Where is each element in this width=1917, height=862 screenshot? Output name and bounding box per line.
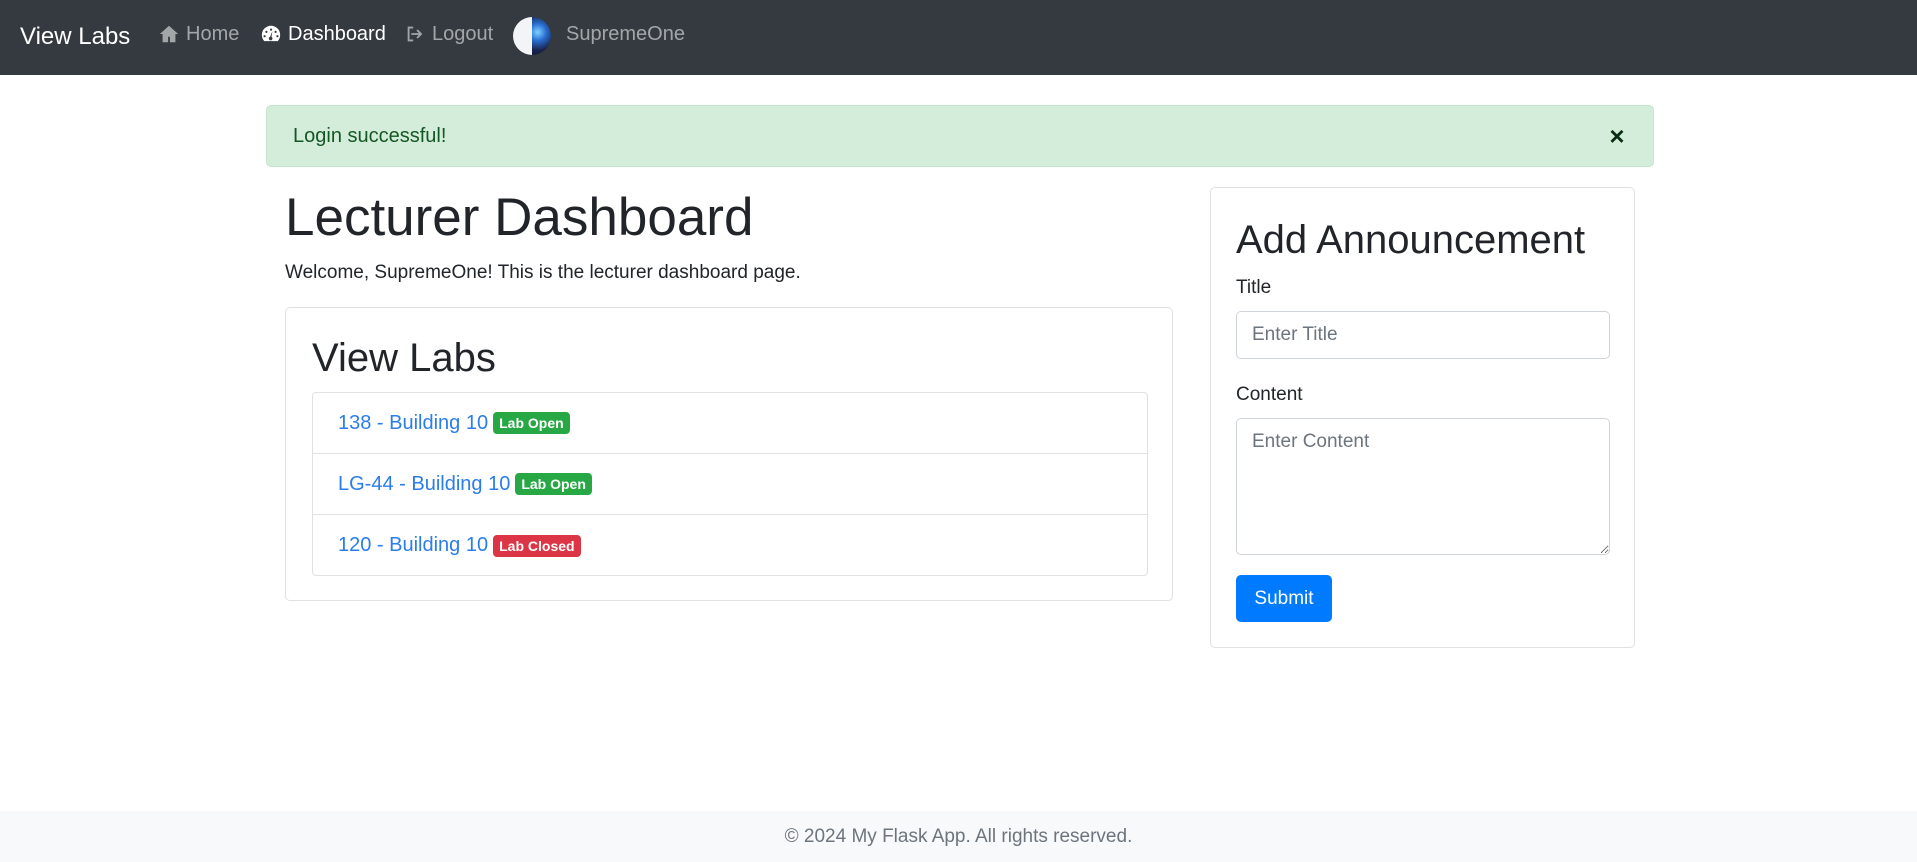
nav-logout-link[interactable]: Logout: [404, 20, 493, 48]
logout-icon: [407, 26, 423, 42]
lab-link[interactable]: 138 - Building 10: [338, 412, 488, 435]
content-label: Content: [1236, 384, 1303, 405]
view-labs-card: View Labs 138 - Building 10 Lab Open LG-…: [285, 307, 1173, 601]
footer: © 2024 My Flask App. All rights reserved…: [0, 811, 1917, 862]
nav-home-link[interactable]: Home: [158, 20, 239, 48]
list-item: 120 - Building 10 Lab Closed: [313, 515, 1147, 575]
navbar: View Labs Home Dashboard Logout SupremeO…: [0, 0, 1917, 75]
content-textarea[interactable]: [1236, 418, 1610, 555]
dashboard-icon: [261, 25, 281, 42]
footer-text: © 2024 My Flask App. All rights reserved…: [784, 825, 1133, 847]
nav-logout-label: Logout: [432, 22, 494, 45]
title-label: Title: [1236, 277, 1272, 298]
announcement-title: Add Announcement: [1236, 218, 1586, 262]
title-input[interactable]: [1236, 311, 1610, 359]
lab-link[interactable]: 120 - Building 10: [338, 534, 488, 557]
status-badge: Lab Open: [515, 473, 592, 495]
welcome-text: Welcome, SupremeOne! This is the lecture…: [285, 262, 801, 283]
lab-link[interactable]: LG-44 - Building 10: [338, 473, 510, 496]
page-title: Lecturer Dashboard: [285, 188, 754, 247]
brand-link[interactable]: View Labs: [20, 22, 130, 52]
alert-message: Login successful!: [293, 125, 447, 147]
status-badge: Lab Open: [493, 412, 570, 434]
submit-button[interactable]: Submit: [1236, 575, 1332, 622]
list-item: LG-44 - Building 10 Lab Open: [313, 454, 1147, 515]
home-icon: [159, 25, 179, 43]
nav-home-label: Home: [186, 22, 240, 45]
add-announcement-card: Add Announcement Title Content Submit: [1210, 187, 1635, 648]
list-item: 138 - Building 10 Lab Open: [313, 393, 1147, 454]
labs-list: 138 - Building 10 Lab Open LG-44 - Build…: [312, 392, 1148, 576]
nav-dashboard-link[interactable]: Dashboard: [260, 20, 386, 48]
avatar[interactable]: [513, 17, 551, 55]
success-alert: Login successful! ×: [266, 105, 1654, 167]
alert-close-button[interactable]: ×: [1605, 123, 1629, 149]
nav-dashboard-label: Dashboard: [288, 22, 386, 45]
status-badge: Lab Closed: [493, 534, 581, 557]
nav-username[interactable]: SupremeOne: [566, 20, 685, 48]
view-labs-title: View Labs: [312, 336, 496, 380]
